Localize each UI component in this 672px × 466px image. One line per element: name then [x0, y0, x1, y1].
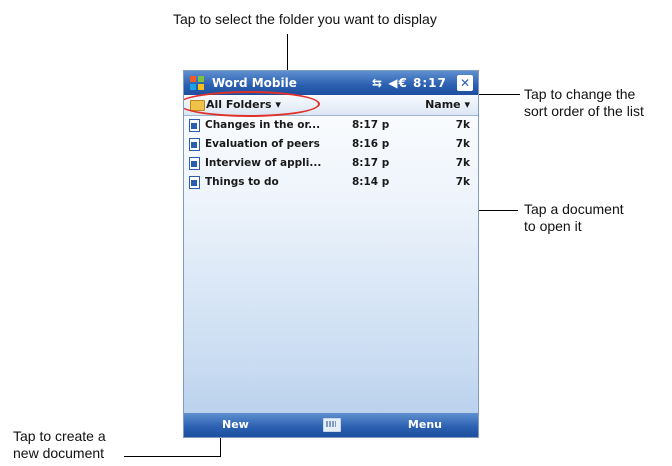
- word-document-icon: [189, 176, 200, 189]
- folder-bar: All Folders ▾ Name ▾: [184, 91, 478, 117]
- list-item[interactable]: Things to do 8:14 p 7k: [184, 174, 478, 193]
- file-name: Things to do: [205, 176, 279, 188]
- file-size: 7k: [455, 119, 470, 131]
- soft-key-bar: New Menu: [184, 413, 478, 437]
- callout-line-new: [124, 456, 220, 457]
- list-item[interactable]: Changes in the or... 8:17 p 7k: [184, 117, 478, 136]
- callout-select-folder: Tap to select the folder you want to dis…: [173, 11, 437, 27]
- status-icons[interactable]: ⇆ ◀€ 8:17: [372, 76, 447, 90]
- file-time: 8:17 p: [352, 119, 390, 131]
- callout-line-open: [478, 210, 518, 211]
- file-name: Changes in the or...: [205, 119, 321, 131]
- file-list: Changes in the or... 8:17 p 7k Evaluatio…: [184, 117, 478, 193]
- device-screen: Word Mobile ⇆ ◀€ 8:17 ✕ All Folders ▾ Na…: [183, 70, 479, 438]
- sort-selector[interactable]: Name ▾: [425, 98, 470, 111]
- file-time: 8:16 p: [352, 138, 390, 150]
- file-size: 7k: [455, 176, 470, 188]
- file-time: 8:17 p: [352, 157, 390, 169]
- word-document-icon: [189, 157, 200, 170]
- menu-button[interactable]: Menu: [408, 418, 442, 431]
- word-document-icon: [189, 119, 200, 132]
- callout-open-line2: to open it: [524, 218, 582, 234]
- list-item[interactable]: Evaluation of peers 8:16 p 7k: [184, 136, 478, 155]
- new-button[interactable]: New: [222, 418, 249, 431]
- file-size: 7k: [455, 138, 470, 150]
- close-button[interactable]: ✕: [457, 75, 473, 91]
- callout-sort-line2: sort order of the list: [524, 103, 644, 119]
- file-time: 8:14 p: [352, 176, 390, 188]
- highlight-ellipse: [184, 91, 320, 117]
- list-item[interactable]: Interview of appli... 8:17 p 7k: [184, 155, 478, 174]
- windows-start-icon[interactable]: [189, 75, 205, 91]
- callout-sort-line1: Tap to change the: [524, 86, 636, 102]
- file-size: 7k: [455, 157, 470, 169]
- file-name: Interview of appli...: [205, 157, 322, 169]
- app-title: Word Mobile: [212, 76, 297, 90]
- callout-sort-order: Tap to change the sort order of the list: [524, 86, 644, 120]
- callout-line-sort: [476, 94, 520, 95]
- callout-open-doc: Tap a document to open it: [524, 201, 624, 235]
- callout-new-line1: Tap to create a: [13, 428, 106, 444]
- file-name: Evaluation of peers: [205, 138, 320, 150]
- keyboard-icon[interactable]: [323, 418, 341, 432]
- word-document-icon: [189, 138, 200, 151]
- callout-new-doc: Tap to create a new document: [13, 428, 106, 462]
- callout-open-line1: Tap a document: [524, 201, 624, 217]
- callout-new-line2: new document: [13, 445, 105, 461]
